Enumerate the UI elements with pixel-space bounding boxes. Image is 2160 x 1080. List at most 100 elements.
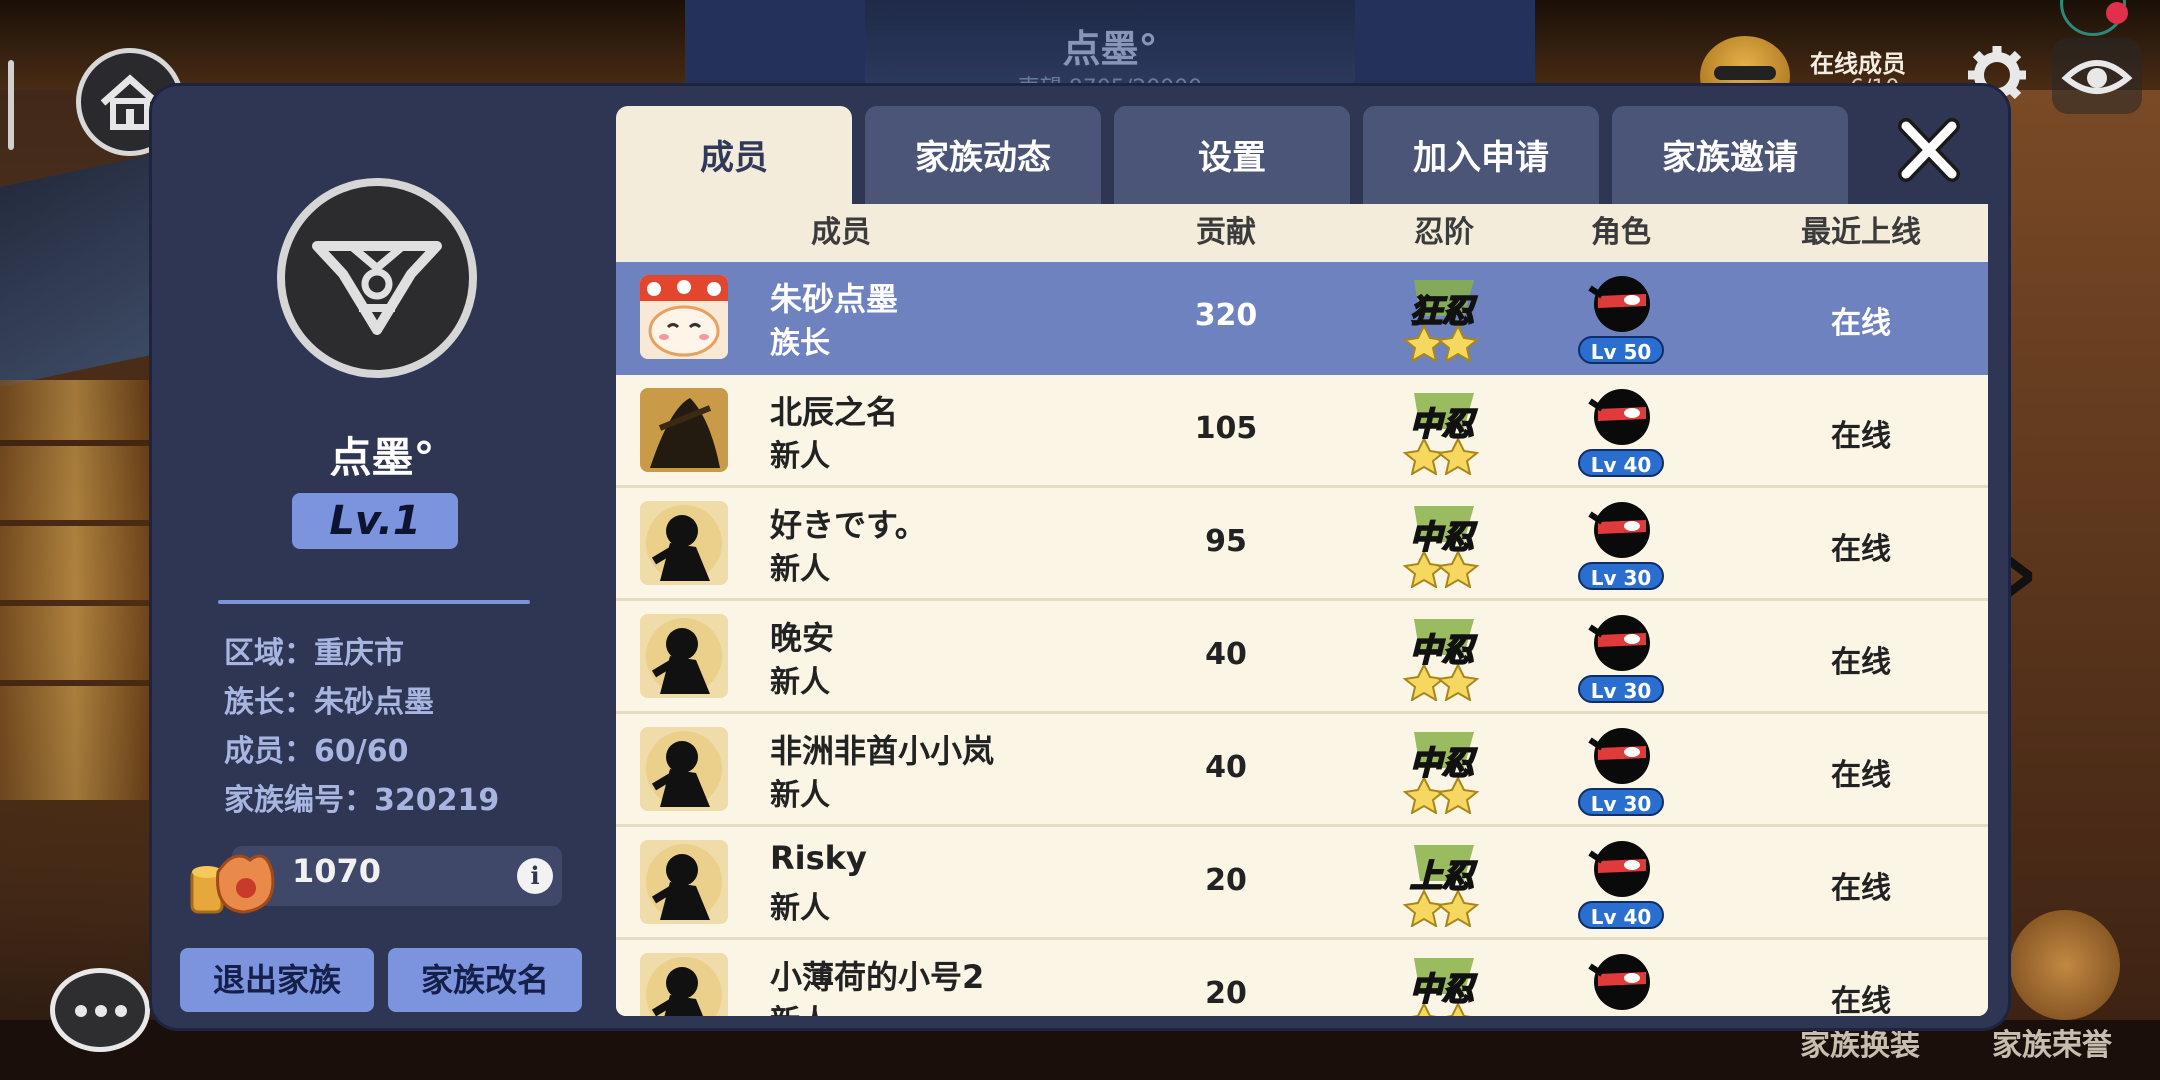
member-name: 好きです。 [770,506,927,544]
role-icon: Lv 30 [1576,722,1668,822]
family-honor-icon[interactable] [2010,910,2120,1020]
member-rank: 族长 [770,326,830,361]
member-rank: 新人 [770,891,830,926]
ninja-rank-text: 上忍 [1409,856,1475,896]
role-level-badge: Lv 50 [1578,336,1664,364]
avatar[interactable] [640,614,728,698]
ninja-rank-text: 中忍 [1409,743,1475,783]
column-header-ninja-rank: 忍阶 [1414,215,1474,250]
family-banner: 点墨° 声望 8705/20000 [685,0,1535,101]
view-toggle-button[interactable] [2052,38,2142,114]
rename-family-button[interactable]: 家族改名 [388,948,582,1012]
family-honor-button[interactable]: 家族荣誉 [1992,1020,2112,1064]
last-online-status: 在线 [1831,532,1891,567]
tab-join-requests[interactable]: 加入申请 [1363,106,1599,210]
column-header-last-online: 最近上线 [1801,215,1921,250]
member-name: 晚安 [770,619,835,657]
ninja-rank-text: 中忍 [1409,630,1475,670]
last-online-status: 在线 [1831,306,1891,341]
family-info-column: 点墨° Lv.1 区域：重庆市 族长：朱砂点墨 成员：60/60 家族编号：32… [152,86,612,1028]
role-icon: Lv 30 [1576,609,1668,709]
tab-family-news[interactable]: 家族动态 [865,106,1101,210]
table-row[interactable]: 北辰之名 新人 105 中忍 Lv 40 在线 [616,375,1988,488]
avatar[interactable] [640,953,728,1016]
ninja-rank-text: 中忍 [1409,517,1475,557]
avatar[interactable] [640,501,728,585]
column-header-member: 成员 [811,215,871,250]
member-name: Risky [770,839,867,877]
member-name: 北辰之名 [770,393,899,431]
tab-members[interactable]: 成员 [616,106,852,210]
table-header: 成员 贡献 忍阶 角色 最近上线 [616,204,1988,262]
role-icon: Lv 40 [1576,835,1668,935]
avatar[interactable] [640,840,728,924]
role-level-badge: Lv 40 [1578,901,1664,929]
ninja-rank-badge-icon: 中忍 [1394,502,1490,588]
member-rank: 新人 [770,996,830,1016]
role-level-badge: Lv 30 [1578,675,1664,703]
last-online-status: 在线 [1831,758,1891,793]
role-level-badge: Lv 30 [1578,562,1664,590]
member-name: 朱砂点墨 [770,280,899,318]
ninja-rank-badge-icon: 中忍 [1394,954,1490,1016]
divider [218,600,530,604]
last-online-status: 在线 [1831,645,1891,680]
member-contribution: 40 [1205,750,1247,785]
info-icon[interactable]: i [517,858,553,894]
column-header-contribution: 贡献 [1196,215,1256,250]
role-icon: Lv 40 [1576,383,1668,483]
ninja-rank-badge-icon: 中忍 [1394,615,1490,701]
chat-icon [75,1005,87,1017]
avatar[interactable] [640,275,728,359]
members-count-text: 成员：60/60 [224,734,409,769]
member-rank: 新人 [770,778,830,813]
lantern-wall [0,380,150,800]
avatar[interactable] [640,727,728,811]
column-header-role: 角色 [1591,215,1651,250]
role-level-badge: Lv 30 [1578,788,1664,816]
role-icon [1576,948,1668,1016]
left-edge-bar [8,60,14,150]
family-panel: 点墨° Lv.1 区域：重庆市 族长：朱砂点墨 成员：60/60 家族编号：32… [152,86,2008,1028]
family-funds-bar [232,846,562,906]
avatar[interactable] [640,388,728,472]
eye-icon [2061,60,2133,94]
leader-text: 族长：朱砂点墨 [224,685,434,720]
roof-decoration [0,152,160,388]
table-row[interactable]: 好きです。 新人 95 中忍 Lv 30 在线 [616,488,1988,601]
role-icon: Lv 30 [1576,496,1668,596]
table-row[interactable]: Risky 新人 20 上忍 Lv 40 在线 [616,827,1988,940]
banner-family-name: 点墨° [1062,27,1158,71]
family-emblem [277,178,477,378]
ninja-emblem-icon [312,241,442,335]
ninja-rank-text: 中忍 [1409,404,1475,444]
ninja-rank-badge-icon: 中忍 [1394,728,1490,814]
family-id-text: 家族编号：320219 [224,783,500,818]
region-text: 区域：重庆市 [224,636,404,671]
family-name: 点墨° [329,433,435,482]
member-contribution: 40 [1205,637,1247,672]
chat-button[interactable] [50,968,150,1052]
family-level-badge: Lv.1 [292,493,458,549]
table-row[interactable]: 朱砂点墨族长 320 狂忍 Lv 50 在线 [616,262,1988,375]
member-name: 非洲非酋小小岚 [770,732,995,770]
last-online-status: 在线 [1831,419,1891,454]
member-contribution: 20 [1205,863,1247,898]
table-row[interactable]: 晚安新人 40 中忍 Lv 30 在线 [616,601,1988,714]
member-contribution: 105 [1194,411,1258,446]
quit-family-button[interactable]: 退出家族 [180,948,374,1012]
tab-settings[interactable]: 设置 [1114,106,1350,210]
tab-family-invites[interactable]: 家族邀请 [1612,106,1848,210]
member-rank: 新人 [770,665,830,700]
ninja-rank-badge-icon: 中忍 [1394,389,1490,475]
ninja-rank-badge-icon: 上忍 [1394,841,1490,927]
ninja-rank-badge-icon: 狂忍 [1394,276,1490,362]
close-button[interactable] [1894,116,1964,186]
member-name: 小薄荷的小号2 [770,958,985,996]
member-contribution: 20 [1205,976,1247,1011]
close-icon [1898,118,1960,182]
member-contribution: 320 [1194,298,1258,333]
table-row[interactable]: 小薄荷的小号2新人 20 中忍 在线 [616,940,1988,1016]
role-level-badge: Lv 40 [1578,449,1664,477]
table-row[interactable]: 非洲非酋小小岚 新人 40 中忍 Lv 30 在线 [616,714,1988,827]
